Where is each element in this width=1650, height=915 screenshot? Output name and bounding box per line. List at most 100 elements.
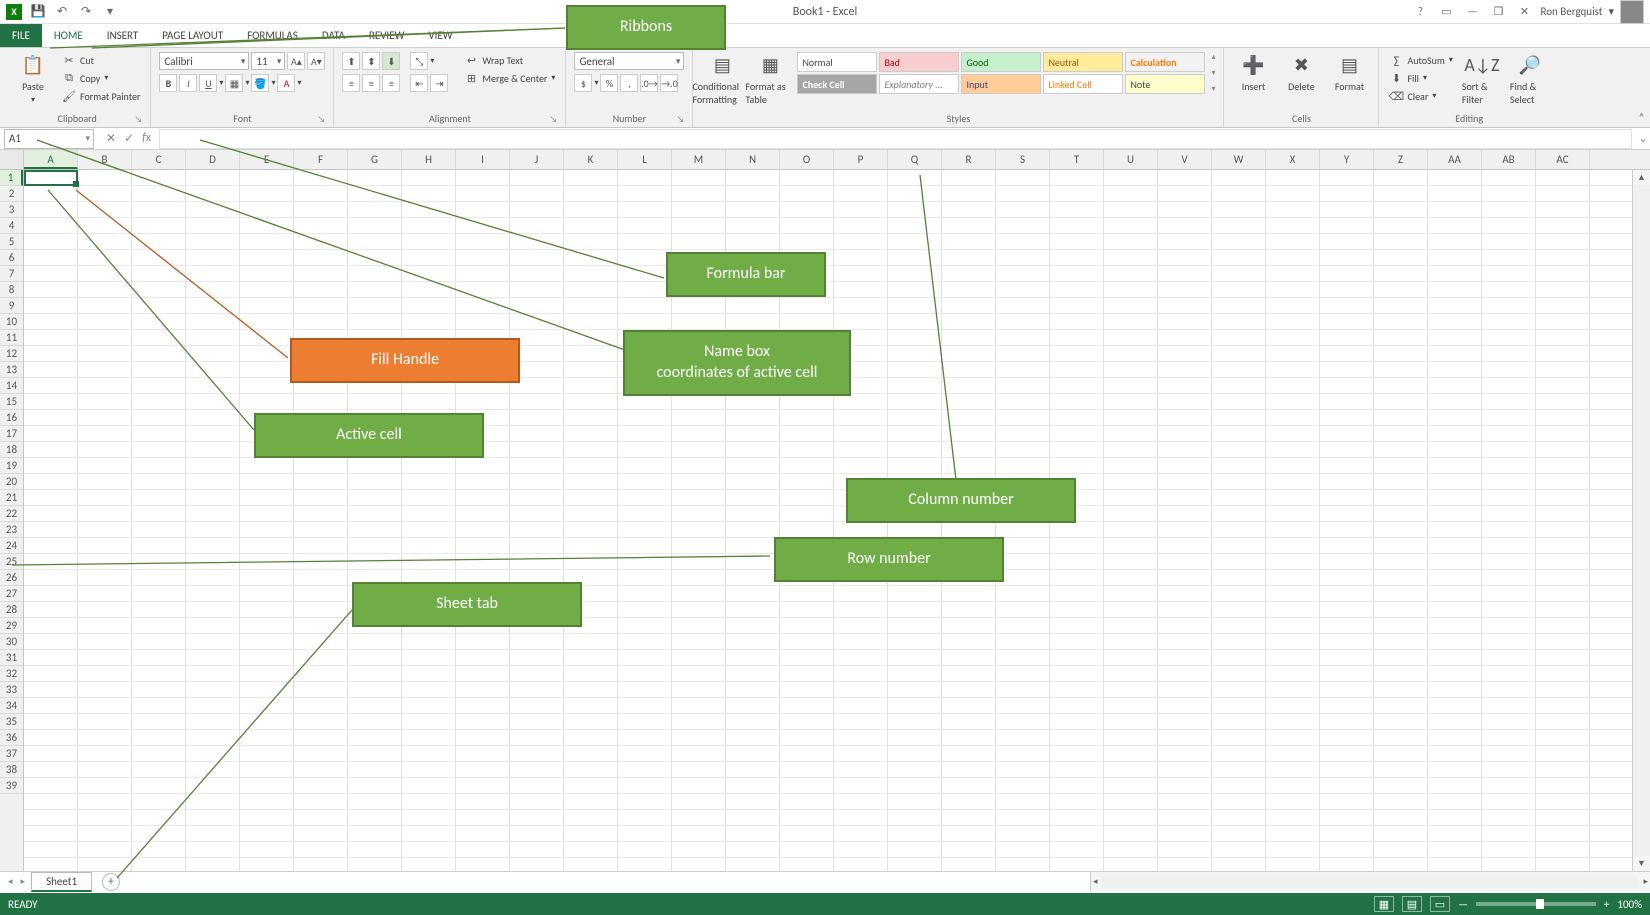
fill-button[interactable]: ⬇Fill▾ xyxy=(1387,70,1454,86)
row-header[interactable]: 12 xyxy=(0,346,23,362)
autosum-button[interactable]: ∑AutoSum▾ xyxy=(1387,52,1454,68)
paste-button[interactable]: 📋Paste▾ xyxy=(12,52,54,105)
account-chip[interactable]: Ron Bergquist ▾ xyxy=(1540,0,1644,24)
tab-view[interactable]: VIEW xyxy=(416,24,464,47)
increase-indent-icon[interactable]: ⇥ xyxy=(430,74,448,92)
restore-icon[interactable]: ❐ xyxy=(1488,2,1508,22)
format-as-table-button[interactable]: ▦Format as Table xyxy=(749,52,791,106)
close-icon[interactable]: ✕ xyxy=(1514,2,1534,22)
row-header[interactable]: 16 xyxy=(0,410,23,426)
bold-button[interactable]: B xyxy=(159,74,177,92)
align-left-icon[interactable]: ≡ xyxy=(342,74,360,92)
conditional-formatting-button[interactable]: ▤Conditional Formatting xyxy=(701,52,743,106)
row-header[interactable]: 33 xyxy=(0,682,23,698)
cut-button[interactable]: ✂Cut xyxy=(60,52,142,68)
sort-filter-button[interactable]: A↓ZSort & Filter xyxy=(1461,52,1503,106)
format-cells-button[interactable]: ▤Format xyxy=(1328,52,1370,93)
column-header[interactable]: U xyxy=(1104,150,1158,169)
align-right-icon[interactable]: ≡ xyxy=(382,74,400,92)
increase-decimal-icon[interactable]: .0→ xyxy=(640,74,658,92)
row-header[interactable]: 34 xyxy=(0,698,23,714)
column-header[interactable]: L xyxy=(618,150,672,169)
name-box[interactable]: A1 xyxy=(4,129,94,149)
cell-styles-gallery[interactable]: Normal Bad Good Neutral Calculation Chec… xyxy=(797,52,1205,94)
column-header[interactable]: H xyxy=(402,150,456,169)
row-header[interactable]: 19 xyxy=(0,458,23,474)
percent-format-icon[interactable]: % xyxy=(600,74,618,92)
row-header[interactable]: 26 xyxy=(0,570,23,586)
orientation-icon[interactable]: ⤡ xyxy=(410,52,428,70)
font-color-button[interactable]: A xyxy=(277,74,295,92)
active-cell[interactable] xyxy=(24,170,78,186)
row-header[interactable]: 17 xyxy=(0,426,23,442)
tab-home[interactable]: HOME xyxy=(42,24,95,47)
column-header[interactable]: E xyxy=(240,150,294,169)
tab-insert[interactable]: INSERT xyxy=(95,24,151,47)
ribbon-display-options-icon[interactable]: ▭ xyxy=(1436,2,1456,22)
zoom-slider[interactable] xyxy=(1476,902,1596,906)
style-check-cell[interactable]: Check Cell xyxy=(797,74,877,94)
collapse-ribbon-icon[interactable]: ^ xyxy=(1639,110,1644,123)
row-header[interactable]: 18 xyxy=(0,442,23,458)
row-header[interactable]: 39 xyxy=(0,778,23,794)
column-header[interactable]: V xyxy=(1158,150,1212,169)
row-header[interactable]: 2 xyxy=(0,186,23,202)
column-header[interactable]: A xyxy=(24,150,78,169)
align-center-icon[interactable]: ≡ xyxy=(362,74,380,92)
clear-button[interactable]: ⌫Clear▾ xyxy=(1387,88,1454,104)
column-header[interactable]: N xyxy=(726,150,780,169)
column-header[interactable]: X xyxy=(1266,150,1320,169)
undo-icon[interactable]: ↶ xyxy=(54,4,70,20)
formula-bar[interactable] xyxy=(159,129,1632,149)
dialog-launcher-icon[interactable]: ↘ xyxy=(677,114,685,125)
column-header[interactable]: G xyxy=(348,150,402,169)
row-header[interactable]: 22 xyxy=(0,506,23,522)
font-size-select[interactable]: 11 xyxy=(251,52,285,70)
redo-icon[interactable]: ↷ xyxy=(78,4,94,20)
vertical-scrollbar[interactable]: ▲▼ xyxy=(1632,170,1650,871)
italic-button[interactable]: I xyxy=(179,74,197,92)
align-top-icon[interactable]: ⬆ xyxy=(342,52,360,70)
zoom-in-icon[interactable]: + xyxy=(1604,898,1609,911)
column-header[interactable]: Q xyxy=(888,150,942,169)
view-normal-icon[interactable]: ▦ xyxy=(1374,896,1394,912)
row-header[interactable]: 28 xyxy=(0,602,23,618)
tab-formulas[interactable]: FORMULAS xyxy=(235,24,310,47)
row-header[interactable]: 8 xyxy=(0,282,23,298)
row-header[interactable]: 7 xyxy=(0,266,23,282)
row-header[interactable]: 25 xyxy=(0,554,23,570)
column-header[interactable]: K xyxy=(564,150,618,169)
column-header[interactable]: Z xyxy=(1374,150,1428,169)
row-header[interactable]: 20 xyxy=(0,474,23,490)
decrease-font-icon[interactable]: A▾ xyxy=(307,52,325,70)
font-family-select[interactable]: Calibri xyxy=(159,52,249,70)
row-header[interactable]: 37 xyxy=(0,746,23,762)
style-note[interactable]: Note xyxy=(1125,74,1205,94)
row-header[interactable]: 11 xyxy=(0,330,23,346)
sheet-tab[interactable]: Sheet1 xyxy=(31,872,92,892)
style-gallery-scroll[interactable]: ▴▾▾ xyxy=(1211,52,1215,94)
row-header[interactable]: 24 xyxy=(0,538,23,554)
column-header[interactable]: S xyxy=(996,150,1050,169)
new-sheet-button[interactable]: + xyxy=(102,873,120,891)
align-middle-icon[interactable]: ⬍ xyxy=(362,52,380,70)
row-header[interactable]: 3 xyxy=(0,202,23,218)
copy-button[interactable]: ⧉Copy▾ xyxy=(60,70,142,86)
format-painter-button[interactable]: 🖌Format Painter xyxy=(60,88,142,104)
insert-cells-button[interactable]: ➕Insert xyxy=(1232,52,1274,93)
increase-font-icon[interactable]: A▴ xyxy=(287,52,305,70)
row-header[interactable]: 21 xyxy=(0,490,23,506)
row-header[interactable]: 30 xyxy=(0,634,23,650)
style-good[interactable]: Good xyxy=(961,52,1041,72)
style-neutral[interactable]: Neutral xyxy=(1043,52,1123,72)
tab-file[interactable]: FILE xyxy=(0,24,42,47)
borders-button[interactable]: ▦ xyxy=(225,74,243,92)
enter-formula-icon[interactable]: ✓ xyxy=(124,131,134,146)
column-header[interactable]: M xyxy=(672,150,726,169)
sheet-nav-next-icon[interactable]: ▸ xyxy=(19,876,28,887)
tab-review[interactable]: REVIEW xyxy=(357,24,417,47)
fill-color-button[interactable]: 🪣 xyxy=(251,74,269,92)
row-header[interactable]: 10 xyxy=(0,314,23,330)
dialog-launcher-icon[interactable]: ↘ xyxy=(134,114,142,125)
horizontal-scrollbar[interactable]: ◂▸ xyxy=(1090,872,1650,891)
